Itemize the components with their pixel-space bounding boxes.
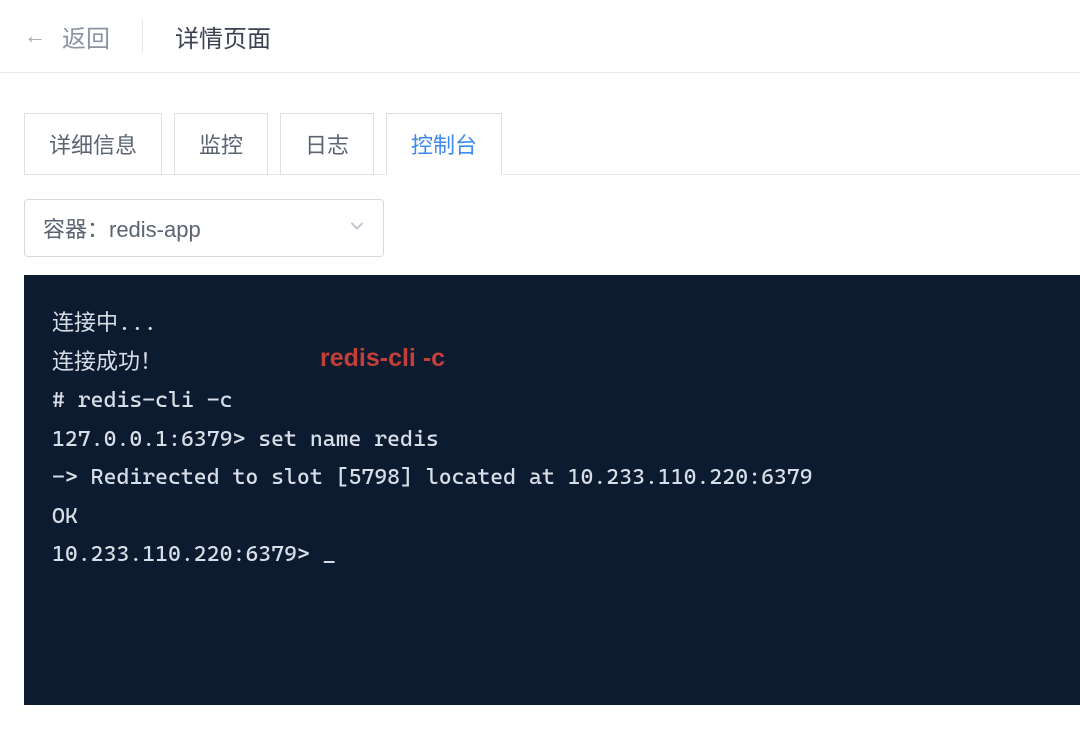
tab-label: 日志: [305, 133, 349, 158]
tab-label: 控制台: [411, 133, 477, 158]
terminal-line: 连接成功！: [52, 344, 1052, 383]
divider: [142, 20, 143, 52]
back-button[interactable]: ← 返回: [24, 19, 110, 54]
terminal-line: 连接中...: [52, 305, 1052, 344]
tab-label: 详细信息: [49, 133, 137, 158]
selector-label: 容器：redis-app: [43, 212, 201, 244]
chevron-down-icon: [349, 218, 365, 239]
tabs: 详细信息 监控 日志 控制台: [0, 73, 1080, 175]
terminal[interactable]: redis-cli -c 连接中... 连接成功！ # redis-cli -c…: [24, 275, 1080, 705]
tab-label: 监控: [199, 133, 243, 158]
tab-monitor[interactable]: 监控: [174, 113, 268, 175]
selector-row: 容器：redis-app: [0, 175, 1080, 275]
tab-logs[interactable]: 日志: [280, 113, 374, 175]
arrow-left-icon: ←: [24, 23, 46, 49]
header-bar: ← 返回 详情页面: [0, 0, 1080, 72]
tab-detail[interactable]: 详细信息: [24, 113, 162, 175]
terminal-line: OK: [52, 498, 1052, 537]
tab-console[interactable]: 控制台: [386, 113, 502, 175]
terminal-line: 10.233.110.220:6379> _: [52, 536, 1052, 575]
container-selector[interactable]: 容器：redis-app: [24, 199, 384, 257]
terminal-line: -> Redirected to slot [5798] located at …: [52, 459, 1052, 498]
page-title: 详情页面: [175, 19, 271, 54]
terminal-line: # redis-cli -c: [52, 382, 1052, 421]
back-label: 返回: [62, 19, 110, 54]
terminal-line: 127.0.0.1:6379> set name redis: [52, 421, 1052, 460]
annotation-label: redis-cli -c: [320, 337, 445, 381]
